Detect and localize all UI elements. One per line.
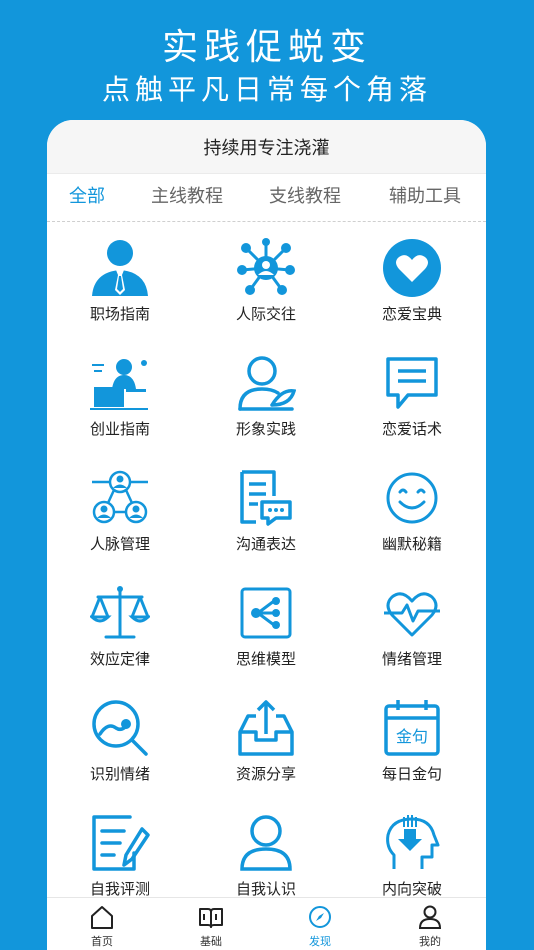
grid-item-label: 职场指南	[89, 305, 150, 323]
mind-map-icon	[236, 583, 296, 643]
grid-item-label: 识别情绪	[89, 765, 150, 783]
grid-item-humor[interactable]: 幽默秘籍	[339, 453, 485, 568]
category-tabs: 全部 主线教程 支线教程 辅助工具	[47, 176, 486, 222]
calendar-text: 金句	[396, 727, 428, 746]
grid-item-label: 内向突破	[381, 880, 442, 898]
grid-item-label: 资源分享	[235, 765, 296, 783]
head-download-icon	[382, 813, 442, 873]
grid-item-label: 人脉管理	[89, 535, 150, 553]
grid-item-introvert-breakthrough[interactable]: 内向突破	[339, 798, 485, 900]
hero-banner: 实践促蜕变 点触平凡日常每个角落	[0, 0, 534, 120]
grid-item-startup[interactable]: 创业指南	[47, 338, 193, 453]
grid-item-identify-emotion[interactable]: 识别情绪	[47, 683, 193, 798]
inbox-upload-icon	[236, 698, 296, 758]
grid-item-label: 人际交往	[235, 305, 296, 323]
tabbar-label: 首页	[91, 935, 113, 948]
tabbar-basics[interactable]: 基础	[176, 898, 246, 950]
grid-item-self-knowledge[interactable]: 自我认识	[193, 798, 339, 900]
smiley-icon	[382, 468, 442, 528]
speech-bubble-icon	[382, 353, 442, 413]
heartbeat-icon	[382, 583, 442, 643]
grid-item-label: 创业指南	[89, 420, 150, 438]
tabbar-label: 基础	[200, 935, 222, 948]
heart-icon	[382, 238, 442, 298]
social-network-icon	[236, 238, 296, 298]
tabbar-home[interactable]: 首页	[67, 898, 137, 950]
grid-item-label: 自我认识	[235, 880, 296, 898]
balance-scale-icon	[90, 583, 150, 643]
entrepreneur-desk-icon	[90, 353, 150, 413]
document-chat-icon	[236, 468, 296, 528]
grid-item-resources[interactable]: 资源分享	[193, 683, 339, 798]
grid-item-love[interactable]: 恋爱宝典	[339, 223, 485, 338]
magnifier-chart-icon	[90, 698, 150, 758]
grid-item-contacts[interactable]: 人脉管理	[47, 453, 193, 568]
grid-item-label: 恋爱宝典	[381, 305, 442, 323]
contacts-network-icon	[90, 468, 150, 528]
tab-all[interactable]: 全部	[69, 176, 105, 222]
grid-item-social[interactable]: 人际交往	[193, 223, 339, 338]
grid-item-laws[interactable]: 效应定律	[47, 568, 193, 683]
tab-tools[interactable]: 辅助工具	[389, 176, 461, 222]
grid-item-label: 幽默秘籍	[381, 535, 442, 553]
tab-main-tutorials[interactable]: 主线教程	[151, 176, 223, 222]
grid-item-love-talk[interactable]: 恋爱话术	[339, 338, 485, 453]
grid-item-label: 恋爱话术	[381, 420, 442, 438]
grid-item-image-practice[interactable]: 形象实践	[193, 338, 339, 453]
grid-item-label: 思维模型	[235, 650, 296, 668]
hero-subtitle: 点触平凡日常每个角落	[101, 73, 432, 106]
grid-item-label: 形象实践	[235, 420, 296, 438]
content-card: 持续用专注浇灌 全部 主线教程 支线教程 辅助工具 职场指南 人际交往 恋爱宝典	[47, 120, 486, 950]
grid-item-label: 自我评测	[89, 880, 150, 898]
grid-item-label: 效应定律	[89, 650, 150, 668]
person-icon	[418, 905, 442, 929]
compass-icon	[309, 906, 331, 928]
grid-item-label: 每日金句	[381, 765, 442, 783]
tabbar-label: 我的	[419, 935, 441, 948]
bottom-tab-bar: 首页 基础 发现 我的	[47, 897, 486, 950]
book-icon	[199, 908, 223, 928]
businessman-icon	[90, 238, 150, 298]
calendar-quote-icon: 金句	[382, 698, 442, 758]
grid-item-workplace[interactable]: 职场指南	[47, 223, 193, 338]
hero-title: 实践促蜕变	[161, 27, 372, 68]
tabbar-discover[interactable]: 发现	[285, 898, 355, 950]
tabbar-mine[interactable]: 我的	[395, 898, 465, 950]
grid-item-label: 沟通表达	[235, 535, 296, 553]
user-icon	[236, 813, 296, 873]
home-icon	[91, 906, 113, 929]
card-heading: 持续用专注浇灌	[47, 120, 486, 174]
feature-grid: 职场指南 人际交往 恋爱宝典 创业指南 形象实践 恋爱话术 人脉管理 沟通表达 …	[47, 223, 486, 900]
tab-side-tutorials[interactable]: 支线教程	[269, 176, 341, 222]
person-feather-icon	[236, 353, 296, 413]
grid-item-emotion-management[interactable]: 情绪管理	[339, 568, 485, 683]
grid-item-daily-quote[interactable]: 金句 每日金句	[339, 683, 485, 798]
tabbar-label: 发现	[309, 935, 331, 948]
edit-note-icon	[90, 813, 150, 873]
grid-item-label: 情绪管理	[381, 650, 442, 668]
grid-item-thinking-models[interactable]: 思维模型	[193, 568, 339, 683]
grid-item-self-assessment[interactable]: 自我评测	[47, 798, 193, 900]
grid-item-communication[interactable]: 沟通表达	[193, 453, 339, 568]
